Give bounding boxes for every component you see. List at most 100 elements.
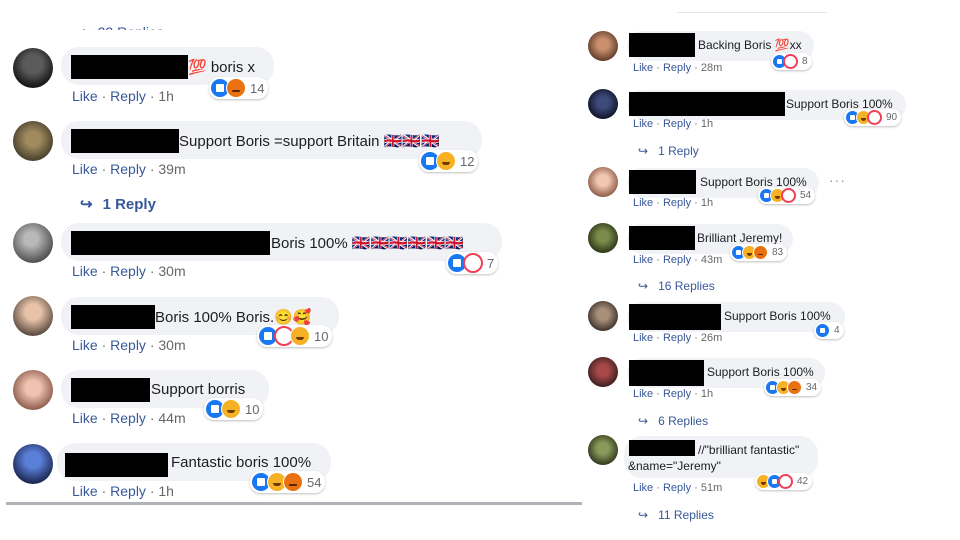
- reaction-summary[interactable]: 54: [758, 187, 816, 204]
- avatar[interactable]: [588, 357, 618, 387]
- avatar[interactable]: [588, 301, 618, 331]
- reply-link[interactable]: Reply: [663, 254, 691, 266]
- redacted-name: [629, 304, 721, 330]
- reaction-summary[interactable]: 54: [250, 471, 326, 493]
- reaction-count: 54: [800, 190, 812, 201]
- comment-actions: Like · Reply · 30m: [72, 263, 186, 279]
- like-link[interactable]: Like: [633, 332, 653, 344]
- avatar[interactable]: [13, 370, 53, 410]
- timestamp[interactable]: 43m: [701, 254, 722, 266]
- reply-link[interactable]: Reply: [110, 263, 146, 279]
- like-link[interactable]: Like: [72, 483, 98, 499]
- timestamp[interactable]: 1h: [158, 483, 174, 499]
- comment: Support Boris 100% 4 Like · Reply · 26m: [582, 300, 960, 350]
- partial-replies-link[interactable]: ↪ 22 Replies: [82, 20, 164, 30]
- love-reaction-icon: [867, 110, 882, 125]
- avatar[interactable]: [13, 121, 53, 161]
- reaction-summary[interactable]: 7: [446, 252, 499, 274]
- timestamp[interactable]: 1h: [701, 388, 713, 400]
- angry-reaction-icon: [787, 380, 802, 395]
- reply-arrow-icon: ↪: [638, 279, 649, 293]
- avatar[interactable]: [13, 48, 53, 88]
- avatar[interactable]: [588, 223, 618, 253]
- comment-actions: Like · Reply · 43m: [633, 254, 723, 266]
- view-replies-link[interactable]: ↪ 1 Reply: [638, 144, 699, 158]
- avatar[interactable]: [13, 444, 53, 484]
- like-link[interactable]: Like: [72, 161, 98, 177]
- avatar[interactable]: [13, 296, 53, 336]
- reply-arrow-icon: ↪: [638, 414, 649, 428]
- avatar[interactable]: [13, 223, 53, 263]
- timestamp[interactable]: 26m: [701, 332, 722, 344]
- reaction-count: 7: [487, 255, 495, 271]
- like-link[interactable]: Like: [72, 88, 98, 104]
- reaction-count: 4: [834, 325, 840, 336]
- like-link[interactable]: Like: [633, 482, 653, 494]
- view-replies-link[interactable]: ↪ 1 Reply: [80, 195, 156, 213]
- like-link[interactable]: Like: [633, 254, 653, 266]
- comment-actions: Like · Reply · 1h: [633, 118, 714, 130]
- reaction-summary[interactable]: 34: [764, 379, 822, 396]
- reply-link[interactable]: Reply: [663, 62, 691, 74]
- reaction-summary[interactable]: 10: [204, 398, 264, 420]
- reaction-summary[interactable]: 4: [814, 322, 844, 339]
- reaction-summary[interactable]: 42: [755, 473, 813, 490]
- reply-link[interactable]: Reply: [110, 337, 146, 353]
- comment-actions: Like · Reply · 1h: [72, 88, 174, 104]
- reaction-summary[interactable]: 10: [257, 325, 333, 347]
- reaction-summary[interactable]: 12: [419, 150, 479, 172]
- avatar[interactable]: [588, 31, 618, 61]
- redacted-name: [71, 55, 188, 79]
- love-reaction-icon: [781, 188, 796, 203]
- comment-text: Support Boris 100%: [707, 365, 814, 379]
- love-reaction-icon: [463, 253, 483, 273]
- reply-link[interactable]: Reply: [663, 332, 691, 344]
- view-replies-link[interactable]: ↪ 11 Replies: [638, 508, 714, 522]
- reaction-count: 34: [806, 382, 818, 393]
- like-link[interactable]: Like: [633, 197, 653, 209]
- reply-link[interactable]: Reply: [663, 197, 691, 209]
- reply-link[interactable]: Reply: [110, 410, 146, 426]
- like-link[interactable]: Like: [72, 263, 98, 279]
- timestamp[interactable]: 1h: [158, 88, 174, 104]
- like-link[interactable]: Like: [633, 62, 653, 74]
- avatar[interactable]: [588, 89, 618, 119]
- angry-reaction-icon: [226, 78, 246, 98]
- reply-link[interactable]: Reply: [663, 482, 691, 494]
- reply-link[interactable]: Reply: [110, 88, 146, 104]
- reply-link[interactable]: Reply: [110, 161, 146, 177]
- reply-link[interactable]: Reply: [110, 483, 146, 499]
- timestamp[interactable]: 28m: [701, 62, 722, 74]
- comment-bubble: //"brilliant fantastic" &name="Jeremy": [624, 436, 818, 478]
- comment: Boris 100% 🇬🇧🇬🇧🇬🇧🇬🇧🇬🇧🇬🇧 7 Like · Reply ·…: [0, 220, 582, 290]
- timestamp[interactable]: 1h: [701, 118, 713, 130]
- comment-text: Support Boris 100%: [724, 309, 831, 323]
- avatar[interactable]: [588, 167, 618, 197]
- reply-link[interactable]: Reply: [663, 388, 691, 400]
- reply-link[interactable]: Reply: [663, 118, 691, 130]
- comment-text-line2: &name="Jeremy": [628, 459, 721, 473]
- timestamp[interactable]: 1h: [701, 197, 713, 209]
- timestamp[interactable]: 30m: [158, 337, 185, 353]
- timestamp[interactable]: 51m: [701, 482, 722, 494]
- timestamp[interactable]: 44m: [158, 410, 185, 426]
- comment-text: Boris 100% Boris.😊🥰: [155, 309, 312, 326]
- like-link[interactable]: Like: [72, 337, 98, 353]
- like-link[interactable]: Like: [633, 118, 653, 130]
- redacted-name: [629, 33, 695, 57]
- more-options-icon[interactable]: ···: [829, 172, 846, 188]
- like-link[interactable]: Like: [633, 388, 653, 400]
- view-replies-link[interactable]: ↪ 6 Replies: [638, 414, 708, 428]
- comment-bubble: Boris 100% 🇬🇧🇬🇧🇬🇧🇬🇧🇬🇧🇬🇧: [61, 223, 502, 261]
- reaction-count: 14: [250, 80, 265, 96]
- comment: Boris 100% Boris.😊🥰 10 Like · Reply · 30…: [0, 294, 582, 364]
- reaction-summary[interactable]: 8: [771, 53, 812, 70]
- timestamp[interactable]: 30m: [158, 263, 185, 279]
- view-replies-link[interactable]: ↪ 16 Replies: [638, 279, 715, 293]
- timestamp[interactable]: 39m: [158, 161, 185, 177]
- reaction-summary[interactable]: 83: [730, 244, 788, 261]
- reaction-summary[interactable]: 90: [844, 109, 902, 126]
- reaction-summary[interactable]: 14: [209, 77, 269, 99]
- like-link[interactable]: Like: [72, 410, 98, 426]
- avatar[interactable]: [588, 435, 618, 465]
